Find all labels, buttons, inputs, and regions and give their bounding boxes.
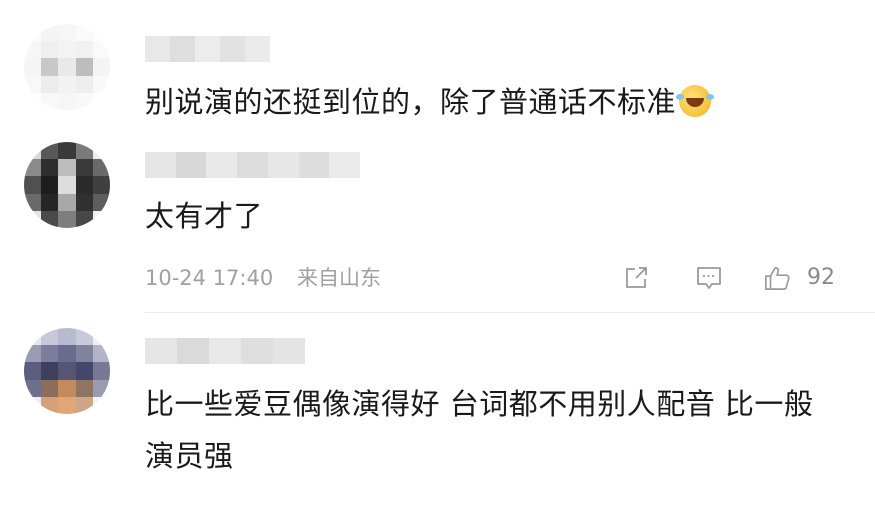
comment-meta: 10-24 17:40 来自山东 92 (145, 263, 845, 293)
laughing-tears-emoji (676, 85, 712, 117)
like-icon[interactable] (763, 265, 791, 291)
comment-text: 比一些爱豆偶像演得好 台词都不用别人配音 比一般演员强 (145, 387, 814, 473)
avatar[interactable] (24, 328, 110, 414)
username-blurred[interactable] (145, 152, 361, 178)
divider (145, 312, 875, 313)
username-blurred[interactable] (145, 36, 270, 62)
comment-time: 10-24 17:40 (145, 266, 274, 290)
avatar[interactable] (24, 142, 110, 228)
comment-icon[interactable] (695, 265, 723, 291)
like-count: 92 (807, 265, 835, 290)
comment-text: 别说演的还挺到位的，除了普通话不标准 (145, 76, 835, 128)
comment-text: 太有才了 (145, 199, 264, 233)
share-icon[interactable] (623, 265, 651, 291)
comment-location: 来自山东 (297, 266, 381, 290)
avatar[interactable] (24, 24, 110, 110)
username-blurred[interactable] (145, 338, 305, 364)
